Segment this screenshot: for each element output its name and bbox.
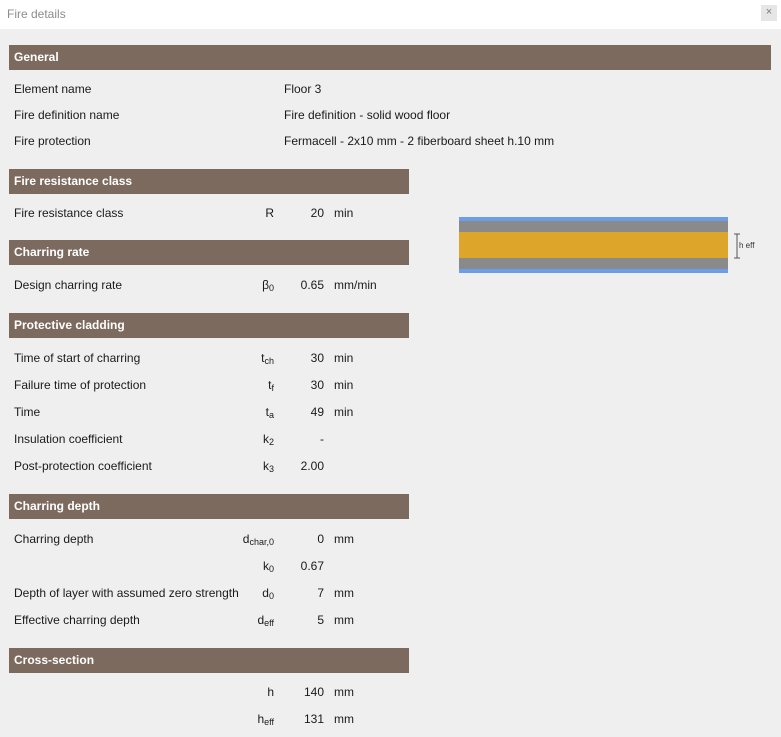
section-header-protective-cladding: Protective cladding — [9, 313, 409, 338]
label-charring-depth: Charring depth — [14, 532, 94, 546]
section-header-charring-rate: Charring rate — [9, 240, 409, 265]
label-fire-definition-name: Fire definition name — [14, 108, 120, 122]
unit-mm-per-min: mm/min — [334, 278, 377, 292]
label-depth-zero-strength: Depth of layer with assumed zero strengt… — [14, 586, 239, 600]
label-element-name: Element name — [14, 82, 92, 96]
section-header-fire-resistance: Fire resistance class — [9, 169, 409, 194]
label-fire-resistance-class: Fire resistance class — [14, 206, 124, 220]
value-fire-protection: Fermacell - 2x10 mm - 2 fiberboard sheet… — [284, 134, 555, 148]
value-failure-time-protection: 30 — [310, 378, 324, 392]
value-h: 140 — [303, 685, 324, 699]
value-effective-charring-depth: 5 — [317, 613, 324, 627]
unit-min: min — [334, 378, 354, 392]
unit-min: min — [334, 351, 354, 365]
label-design-charring-rate: Design charring rate — [14, 278, 123, 292]
value-depth-zero-strength: 7 — [317, 586, 324, 600]
dimension-label: h eff — [739, 241, 755, 250]
value-time-start-charring: 30 — [310, 351, 324, 365]
unit-mm: mm — [334, 586, 354, 600]
value-time: 49 — [310, 405, 324, 419]
window-title: Fire details — [7, 7, 66, 21]
label-time: Time — [14, 405, 41, 419]
value-charring-depth: 0 — [317, 532, 324, 546]
label-post-protection-coefficient: Post-protection coefficient — [14, 459, 152, 473]
label-time-start-charring: Time of start of charring — [14, 351, 141, 365]
unit-mm: mm — [334, 712, 354, 726]
section-header-charring-depth: Charring depth — [9, 494, 409, 519]
effective-core — [459, 232, 728, 258]
section-header-cross-section: Cross-section — [9, 648, 409, 673]
unit-mm: mm — [334, 613, 354, 627]
value-k0: 0.67 — [300, 559, 324, 573]
cross-section-diagram: h eff — [459, 217, 755, 273]
value-fire-definition-name: Fire definition - solid wood floor — [284, 108, 451, 122]
label-effective-charring-depth: Effective charring depth — [14, 613, 140, 627]
unit-min: min — [334, 405, 354, 419]
value-element-name: Floor 3 — [284, 82, 322, 96]
section-header-general: General — [9, 45, 771, 70]
title-bar: Fire details × — [0, 0, 781, 29]
value-design-charring-rate: 0.65 — [300, 278, 324, 292]
label-fire-protection: Fire protection — [14, 134, 91, 148]
value-insulation-coefficient: - — [320, 432, 324, 446]
label-failure-time-protection: Failure time of protection — [14, 378, 147, 392]
unit-mm: mm — [334, 685, 354, 699]
unit-min: min — [334, 206, 354, 220]
value-fire-resistance-class: 20 — [310, 206, 324, 220]
unit-mm: mm — [334, 532, 354, 546]
value-heff: 131 — [303, 712, 324, 726]
label-insulation-coefficient: Insulation coefficient — [14, 432, 123, 446]
close-icon[interactable]: × — [761, 5, 777, 21]
value-post-protection-coefficient: 2.00 — [300, 459, 324, 473]
